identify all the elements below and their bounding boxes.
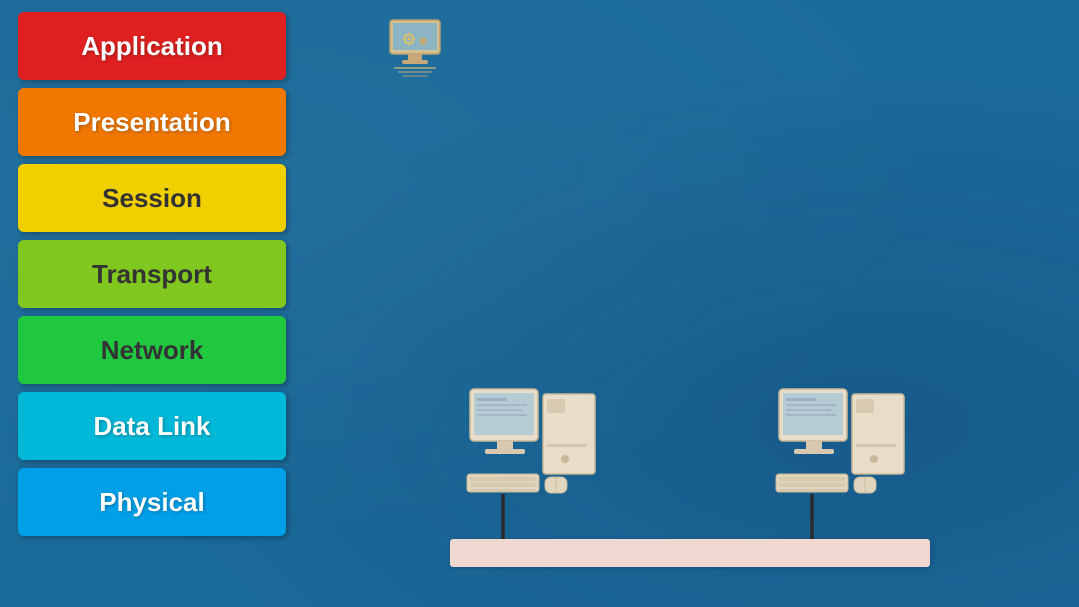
network-bus [450, 539, 930, 567]
layer-transport-button[interactable]: Transport [18, 240, 286, 308]
diagram-area [320, 140, 1059, 567]
layer-network-button[interactable]: Network [18, 316, 286, 384]
layer-physical-button[interactable]: Physical [18, 468, 286, 536]
layers-panel: Application Presentation Session Transport N… [18, 12, 286, 536]
computer-1 [465, 384, 605, 539]
layer-presentation-button[interactable]: Presentation [18, 88, 286, 156]
computers-row [320, 384, 1059, 539]
computer-2 [774, 384, 914, 539]
layer-session-button[interactable]: Session [18, 164, 286, 232]
logo [380, 12, 450, 82]
page-content: Application Presentation Session Transport N… [0, 0, 1079, 607]
layer-datalink-button[interactable]: Data Link [18, 392, 286, 460]
layer-application-button[interactable]: Application [18, 12, 286, 80]
